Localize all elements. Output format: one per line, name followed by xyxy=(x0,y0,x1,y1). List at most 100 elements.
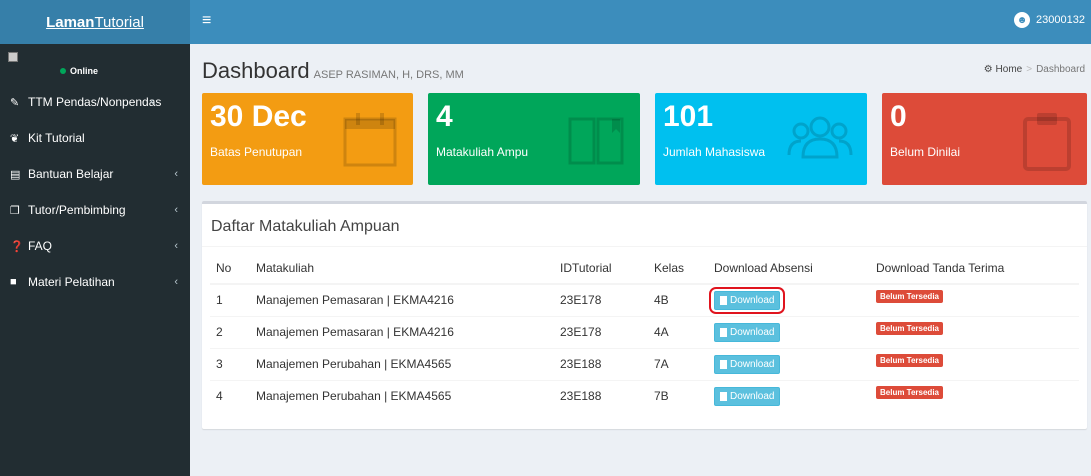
status-badge: Belum Tersedia xyxy=(876,289,943,303)
sidebar-item-label: Tutor/Pembimbing xyxy=(28,203,126,217)
folder-icon: ■ xyxy=(10,276,17,288)
logo-light: Tutorial xyxy=(94,13,144,31)
col-download-tanda-terima: Download Tanda Terima xyxy=(876,252,1079,285)
table-row: 2 Manajemen Pemasaran | EKMA4216 23E178 … xyxy=(210,315,1079,348)
cell-download-absensi: Download xyxy=(714,315,876,348)
sidebar-item-kit-tutorial[interactable]: ❦ Kit Tutorial xyxy=(0,120,190,156)
cell-matakuliah: Manajemen Pemasaran | EKMA4216 xyxy=(256,283,560,316)
cell-matakuliah: Manajemen Perubahan | EKMA4565 xyxy=(256,379,560,412)
users-icon xyxy=(787,116,853,159)
sidebar-item-ttm[interactable]: ✎ TTM Pendas/Nonpendas ‹ xyxy=(0,84,190,120)
cell-download-absensi: Download xyxy=(714,379,876,412)
col-no: No xyxy=(210,252,256,285)
chevron-left-icon: ‹ xyxy=(174,204,178,216)
download-button[interactable]: Download xyxy=(714,354,781,374)
file-icon xyxy=(720,391,727,401)
col-kelas: Kelas xyxy=(654,252,714,285)
bars-icon[interactable]: ≡ xyxy=(202,12,211,30)
status-badge: Belum Tersedia xyxy=(876,385,943,399)
cell-kelas: 7B xyxy=(654,379,714,412)
sidebar-item-label: Materi Pelatihan xyxy=(28,275,115,289)
sidebar-item-bantuan-belajar[interactable]: ▤ Bantuan Belajar ‹ xyxy=(0,156,190,192)
cell-download-absensi: Download xyxy=(709,283,876,316)
col-idtutorial: IDTutorial xyxy=(560,252,654,285)
stat-box-belum-dinilai: 0 Belum Dinilai xyxy=(882,93,1087,185)
cell-no: 1 xyxy=(210,283,256,316)
sidebar-item-label: TTM Pendas/Nonpendas xyxy=(28,95,162,109)
sidebar-item-label: Bantuan Belajar xyxy=(28,167,114,181)
sidebar-item-tutor-pembimbing[interactable]: ❐ Tutor/Pembimbing ‹ xyxy=(0,192,190,228)
sidebar-item-materi-pelatihan[interactable]: ■ Materi Pelatihan ‹ xyxy=(0,264,190,300)
cell-download-tanda-terima: Belum Tersedia xyxy=(876,283,1079,316)
dashboard-icon: ⚙ xyxy=(983,64,993,75)
file-icon xyxy=(720,359,727,369)
stat-label: Belum Dinilai xyxy=(890,145,961,159)
leaf-icon: ❦ xyxy=(10,132,20,145)
stat-label: Batas Penutupan xyxy=(210,145,303,159)
table-row: 1 Manajemen Pemasaran | EKMA4216 23E178 … xyxy=(210,283,1079,316)
clipboard-icon xyxy=(1023,113,1071,171)
book-open-icon xyxy=(568,117,624,165)
cell-download-tanda-terima: Belum Tersedia xyxy=(876,315,1079,348)
cell-matakuliah: Manajemen Perubahan | EKMA4565 xyxy=(256,347,560,380)
sidebar-item-faq[interactable]: ❓ FAQ ‹ xyxy=(0,228,190,264)
user-menu[interactable]: ☻ 23000132 xyxy=(1014,12,1085,28)
status-badge: Belum Tersedia xyxy=(876,353,943,367)
matakuliah-table: No Matakuliah IDTutorial Kelas Download … xyxy=(210,252,1079,412)
col-download-absensi: Download Absensi xyxy=(714,252,876,285)
calendar-icon xyxy=(343,113,397,167)
chevron-left-icon: ‹ xyxy=(174,168,178,180)
app-logo[interactable]: Laman Tutorial xyxy=(0,0,190,44)
chevron-left-icon: ‹ xyxy=(150,96,154,108)
file-icon xyxy=(720,327,727,337)
page-subtitle: ASEP RASIMAN, H, DRS, MM xyxy=(313,69,464,81)
edit-icon: ✎ xyxy=(10,96,20,109)
online-status: Online xyxy=(60,66,98,76)
avatar xyxy=(8,52,18,62)
stat-label: Matakuliah Ampu xyxy=(436,145,529,159)
cell-download-absensi: Download xyxy=(714,347,876,380)
cell-matakuliah: Manajemen Pemasaran | EKMA4216 xyxy=(256,315,560,348)
stat-boxes: 30 Dec Batas Penutupan 4 Matakuliah Ampu… xyxy=(202,93,1087,185)
cell-idtutorial: 23E188 xyxy=(560,347,654,380)
chevron-left-icon: ‹ xyxy=(174,240,178,252)
status-badge: Belum Tersedia xyxy=(876,321,943,335)
breadcrumb-current: Dashboard xyxy=(1036,64,1085,75)
stat-box-jumlah-mahasiswa: 101 Jumlah Mahasiswa xyxy=(655,93,867,185)
cell-kelas: 4A xyxy=(654,315,714,348)
online-dot-icon xyxy=(60,68,66,74)
page-title: Dashboard ASEP RASIMAN, H, DRS, MM xyxy=(202,58,464,83)
question-circle-icon: ❓ xyxy=(10,240,24,253)
table-header-row: No Matakuliah IDTutorial Kelas Download … xyxy=(210,252,1079,285)
matakuliah-box: Daftar Matakuliah Ampuan No Matakuliah I… xyxy=(202,201,1087,429)
breadcrumb: ⚙ Home > Dashboard xyxy=(984,64,1085,75)
stat-value: 101 xyxy=(663,100,714,133)
stat-value: 0 xyxy=(890,100,907,133)
cell-no: 2 xyxy=(210,315,256,348)
cell-idtutorial: 23E178 xyxy=(560,283,654,316)
top-navbar: ≡ ☻ 23000132 xyxy=(190,0,1091,44)
download-button[interactable]: Download xyxy=(714,290,781,310)
cell-idtutorial: 23E178 xyxy=(560,315,654,348)
user-circle-icon: ☻ xyxy=(1014,12,1031,28)
logo-bold: Laman xyxy=(46,13,95,31)
user-id: 23000132 xyxy=(1036,14,1085,26)
sidebar-item-label: FAQ xyxy=(28,239,53,253)
table-row: 4 Manajemen Perubahan | EKMA4565 23E188 … xyxy=(210,379,1079,412)
stat-value: 4 xyxy=(436,100,453,133)
table-row: 3 Manajemen Perubahan | EKMA4565 23E188 … xyxy=(210,347,1079,380)
download-button[interactable]: Download xyxy=(714,386,781,406)
col-matakuliah: Matakuliah xyxy=(256,252,560,285)
box-divider xyxy=(202,246,1087,247)
file-icon xyxy=(720,295,727,305)
box-title: Daftar Matakuliah Ampuan xyxy=(211,218,400,235)
user-panel: Online xyxy=(0,44,190,84)
cell-kelas: 4B xyxy=(654,283,714,316)
clone-icon: ❐ xyxy=(10,204,20,217)
book-icon: ▤ xyxy=(10,168,21,181)
highlight-ring: Download xyxy=(709,286,786,314)
sidebar-item-label: Kit Tutorial xyxy=(28,131,85,145)
breadcrumb-home[interactable]: Home xyxy=(996,64,1023,75)
download-button[interactable]: Download xyxy=(714,322,781,342)
sidebar: Online ✎ TTM Pendas/Nonpendas ‹ ❦ Kit Tu… xyxy=(0,44,190,476)
